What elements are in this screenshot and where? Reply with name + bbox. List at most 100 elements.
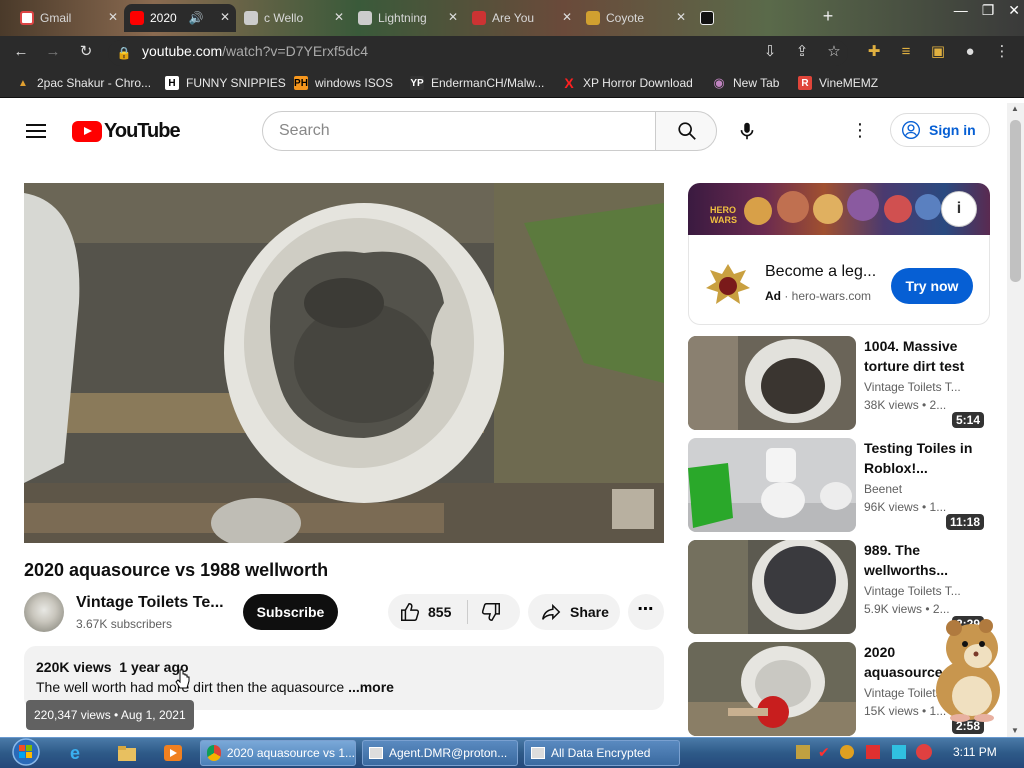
- url-host: youtube.com: [142, 43, 223, 59]
- reload-icon[interactable]: ↻: [76, 42, 96, 62]
- scrollbar-thumb[interactable]: [1010, 120, 1021, 282]
- views-tooltip: 220,347 views • Aug 1, 2021: [26, 700, 194, 730]
- rec-title[interactable]: 1004. Massive torture dirt test: [864, 336, 984, 376]
- forward-arrow-icon[interactable]: →: [43, 42, 63, 62]
- volume-icon[interactable]: [916, 744, 932, 760]
- speaker-icon[interactable]: 🔊: [189, 11, 204, 25]
- tab-medium[interactable]: [694, 4, 734, 32]
- minimize-button[interactable]: —: [954, 2, 968, 19]
- bookmark-label: 2pac Shakur - Chro...: [37, 76, 152, 90]
- url-text[interactable]: youtube.com/watch?v=D7YErxf5dc4: [142, 43, 368, 59]
- like-count[interactable]: 855: [428, 604, 451, 620]
- close-tab-icon[interactable]: ✕: [334, 10, 344, 24]
- hero-wars-logo-icon[interactable]: [704, 262, 752, 306]
- thumbs-down-icon[interactable]: [480, 601, 502, 623]
- bookmark-new-tab[interactable]: ◉ New Tab: [712, 75, 779, 90]
- settings-menu-icon[interactable]: ⋮: [850, 120, 870, 142]
- rec-channel[interactable]: Beenet: [864, 482, 902, 496]
- hamburger-menu-icon[interactable]: [26, 124, 46, 138]
- sign-in-button[interactable]: Sign in: [890, 113, 990, 147]
- start-orb-icon[interactable]: [4, 737, 44, 768]
- tray-icon[interactable]: [840, 745, 854, 759]
- rec-title[interactable]: 989. The wellworths...: [864, 540, 984, 580]
- bookmark-endermanch[interactable]: YP EndermanCH/Malw...: [410, 76, 544, 90]
- ad-label: Ad: [765, 289, 781, 303]
- tab-gmail[interactable]: Gmail ✕: [14, 4, 124, 32]
- bookmark-star-icon[interactable]: ☆: [824, 42, 844, 62]
- more-actions-button[interactable]: ⋯: [628, 594, 664, 630]
- voice-search-button[interactable]: [728, 112, 766, 150]
- bookmark-funny-snippies[interactable]: H FUNNY SNIPPIES: [165, 76, 286, 90]
- lock-icon[interactable]: 🔒: [114, 43, 134, 63]
- channel-avatar[interactable]: [24, 592, 64, 632]
- youtube-icon: [130, 11, 144, 25]
- close-tab-icon[interactable]: ✕: [676, 10, 686, 24]
- bookmark-windows-isos[interactable]: PH windows ISOS: [294, 76, 393, 90]
- rec-channel[interactable]: Vintage Toilets T...: [864, 380, 961, 394]
- close-tab-icon[interactable]: ✕: [220, 10, 230, 24]
- tray-icon[interactable]: ✔: [818, 744, 840, 764]
- scroll-down-arrow-icon[interactable]: ▼: [1011, 726, 1019, 735]
- video-player[interactable]: [24, 183, 664, 543]
- taskbar-window[interactable]: All Data Encrypted: [524, 740, 680, 766]
- bookmark-label: XP Horror Download: [583, 76, 693, 90]
- svg-text:HERO: HERO: [710, 205, 736, 215]
- video-thumbnail[interactable]: [688, 642, 856, 736]
- hamster-pet-overlay[interactable]: [920, 612, 1010, 722]
- tray-icon[interactable]: [796, 745, 810, 759]
- tab-wello[interactable]: c Wello ✕: [238, 4, 350, 32]
- bookmark-xp-horror[interactable]: X XP Horror Download: [562, 75, 693, 91]
- share-page-icon[interactable]: ⇪: [792, 42, 812, 62]
- rec-channel[interactable]: Vintage Toilets T...: [864, 584, 961, 598]
- close-window-button[interactable]: ✕: [1008, 2, 1020, 19]
- recommended-video[interactable]: 11:18 Testing Toiles in Roblox!... Beene…: [688, 438, 990, 534]
- taskbar-chrome-window[interactable]: 2020 aquasource vs 1...: [200, 740, 356, 766]
- subscribe-button[interactable]: Subscribe: [243, 594, 338, 630]
- bookmark-icon: X: [564, 75, 574, 91]
- internet-explorer-icon[interactable]: e: [70, 743, 92, 763]
- ad-title[interactable]: Become a leg...: [765, 263, 876, 281]
- tray-icon[interactable]: [892, 745, 906, 759]
- tab-are-you[interactable]: Are You ✕: [466, 4, 578, 32]
- restore-button[interactable]: ❐: [982, 2, 995, 19]
- chrome-menu-icon[interactable]: ⋮: [992, 42, 1012, 62]
- video-thumbnail[interactable]: [688, 540, 856, 634]
- try-now-button[interactable]: Try now: [891, 268, 973, 304]
- duration-badge: 5:14: [951, 412, 984, 428]
- close-tab-icon[interactable]: ✕: [448, 10, 458, 24]
- bookmark-2pac[interactable]: ▲ 2pac Shakur - Chro...: [16, 76, 151, 90]
- tray-icon[interactable]: [866, 745, 880, 759]
- side-panel-icon[interactable]: ▣: [928, 42, 948, 62]
- file-explorer-icon[interactable]: [116, 743, 138, 763]
- youtube-logo[interactable]: YouTube: [72, 120, 181, 143]
- video-frame-image: [24, 183, 664, 543]
- video-thumbnail[interactable]: [688, 438, 856, 532]
- tab-lightning[interactable]: Lightning ✕: [352, 4, 464, 32]
- profile-avatar-icon[interactable]: ●: [960, 42, 980, 62]
- video-thumbnail[interactable]: [688, 336, 856, 430]
- new-tab-button[interactable]: +: [818, 6, 838, 26]
- bookmark-vinememz[interactable]: R VineMEMZ: [798, 76, 878, 90]
- bookmark-label: FUNNY SNIPPIES: [186, 76, 286, 90]
- system-clock[interactable]: 3:11 PM: [953, 745, 997, 759]
- back-arrow-icon[interactable]: ←: [11, 42, 31, 62]
- search-button[interactable]: [655, 111, 717, 151]
- channel-name[interactable]: Vintage Toilets Te...: [76, 594, 224, 612]
- close-tab-icon[interactable]: ✕: [108, 10, 118, 24]
- extensions-icon[interactable]: ✚: [864, 42, 884, 62]
- install-app-icon[interactable]: ⇩: [760, 42, 780, 62]
- media-control-icon[interactable]: ≡: [896, 42, 916, 62]
- search-input[interactable]: Search: [262, 111, 656, 151]
- recommended-video[interactable]: 5:14 1004. Massive torture dirt test Vin…: [688, 336, 990, 432]
- tab-youtube-active[interactable]: 2020 🔊 ✕: [124, 4, 236, 32]
- scroll-up-arrow-icon[interactable]: ▲: [1011, 104, 1019, 113]
- taskbar-window[interactable]: Agent.DMR@proton...: [362, 740, 518, 766]
- close-tab-icon[interactable]: ✕: [562, 10, 572, 24]
- rec-title[interactable]: Testing Toiles in Roblox!...: [864, 438, 984, 478]
- media-player-icon[interactable]: [162, 743, 184, 763]
- share-button[interactable]: Share: [528, 594, 620, 630]
- ad-info-icon[interactable]: i: [941, 191, 977, 227]
- thumbs-up-icon[interactable]: [399, 601, 421, 623]
- show-more-link[interactable]: ...more: [348, 679, 394, 695]
- tab-coyote[interactable]: Coyote ✕: [580, 4, 692, 32]
